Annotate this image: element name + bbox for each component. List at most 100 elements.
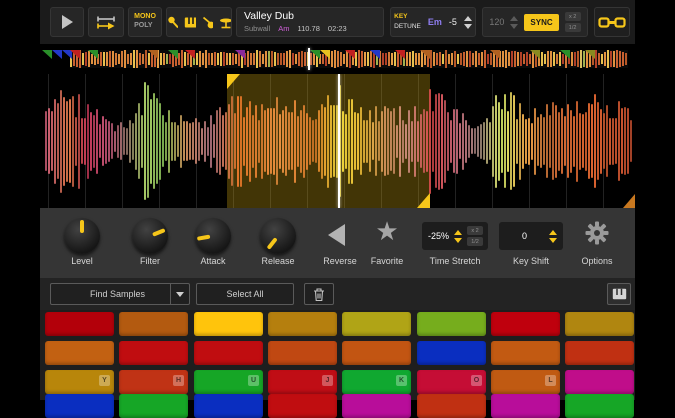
sample-pad-r2c6[interactable]: [417, 341, 486, 365]
slice-marker-flag[interactable]: [42, 50, 52, 59]
tempo-value[interactable]: 120: [489, 17, 504, 27]
sample-pad-r4c1[interactable]: [45, 394, 114, 418]
drums-icon[interactable]: [219, 16, 231, 29]
slice-marker-flag[interactable]: [585, 50, 595, 59]
sample-pad-r3c7[interactable]: L: [491, 370, 560, 394]
key-shift-stepper[interactable]: [549, 230, 557, 243]
sample-pad-r1c1[interactable]: [45, 312, 114, 336]
sample-pad-r4c5[interactable]: [342, 394, 411, 418]
slice-marker-flag[interactable]: [70, 50, 80, 59]
sample-pad-r2c7[interactable]: [491, 341, 560, 365]
sample-pad-r2c5[interactable]: [342, 341, 411, 365]
slice-marker-flag[interactable]: [320, 50, 330, 59]
slice-marker-flag[interactable]: [345, 50, 355, 59]
dropdown-arrow[interactable]: [170, 284, 189, 304]
selection-start-handle[interactable]: [227, 74, 240, 89]
audio-connection-button[interactable]: [594, 7, 630, 37]
key-shift-down-icon[interactable]: [549, 238, 557, 243]
sample-pad-r4c6[interactable]: [417, 394, 486, 418]
sample-pad-r1c7[interactable]: [491, 312, 560, 336]
tempo-stepper[interactable]: [510, 16, 518, 29]
level-knob[interactable]: [64, 218, 100, 254]
favorite-button[interactable]: ★: [375, 216, 398, 247]
main-playhead[interactable]: [338, 74, 340, 208]
slice-marker-flag[interactable]: [185, 50, 195, 59]
detune-stepper[interactable]: [464, 16, 472, 29]
sample-pad-r3c3[interactable]: U: [194, 370, 263, 394]
slice-marker-flag[interactable]: [370, 50, 380, 59]
sample-pad-r1c8[interactable]: [565, 312, 634, 336]
sample-pad-r2c1[interactable]: [45, 341, 114, 365]
sync-button[interactable]: SYNC: [524, 14, 558, 31]
instrument-selector[interactable]: [166, 7, 232, 37]
sample-pad-r3c5[interactable]: K: [342, 370, 411, 394]
attack-knob[interactable]: [195, 218, 231, 254]
sample-pad-r2c2[interactable]: [119, 341, 188, 365]
key-value[interactable]: Em: [428, 17, 442, 27]
keyboard-view-button[interactable]: [607, 283, 631, 305]
piano-icon[interactable]: [184, 16, 196, 29]
reverse-button[interactable]: [328, 224, 345, 246]
sample-pad-r4c8[interactable]: [565, 394, 634, 418]
sample-pad-r3c8[interactable]: [565, 370, 634, 394]
sample-pad-r3c1[interactable]: Y: [45, 370, 114, 394]
tempo-up-icon[interactable]: [510, 16, 518, 21]
sample-pad-r1c4[interactable]: [268, 312, 337, 336]
release-knob[interactable]: [260, 218, 296, 254]
slice-marker-flag[interactable]: [52, 50, 62, 59]
sample-pad-r3c2[interactable]: H: [119, 370, 188, 394]
song-info-panel[interactable]: Valley Dub Subwall Am 110.78 02:23: [236, 7, 384, 37]
sample-pad-r2c3[interactable]: [194, 341, 263, 365]
slice-marker-flag[interactable]: [560, 50, 570, 59]
time-stretch-value[interactable]: -25%: [428, 231, 449, 241]
time-stretch-down-icon[interactable]: [454, 238, 462, 243]
sample-pad-r3c4[interactable]: J: [268, 370, 337, 394]
sample-pad-r4c3[interactable]: [194, 394, 263, 418]
sample-pad-r4c4[interactable]: [268, 394, 337, 418]
sample-pad-r2c8[interactable]: [565, 341, 634, 365]
find-samples-dropdown[interactable]: Find Samples: [50, 283, 190, 305]
time-stretch-half-button[interactable]: 1/2: [467, 237, 483, 246]
slice-marker-flag[interactable]: [530, 50, 540, 59]
sample-pad-r1c2[interactable]: [119, 312, 188, 336]
slice-marker-flag[interactable]: [310, 50, 320, 59]
key-shift-value[interactable]: 0: [505, 231, 544, 241]
slice-marker-flag[interactable]: [148, 50, 158, 59]
selection-end-handle[interactable]: [417, 193, 430, 208]
select-all-button[interactable]: Select All: [196, 283, 294, 305]
guitar-icon[interactable]: [202, 16, 213, 29]
time-stretch-up-icon[interactable]: [454, 230, 462, 235]
key-shift-up-icon[interactable]: [549, 230, 557, 235]
detune-down-icon[interactable]: [464, 24, 472, 29]
delete-button[interactable]: [304, 283, 334, 305]
time-stretch-stepper[interactable]: [454, 230, 462, 243]
play-button[interactable]: [50, 7, 84, 37]
sample-pad-r3c6[interactable]: O: [417, 370, 486, 394]
waveform-display[interactable]: [40, 74, 635, 208]
sample-pad-r1c6[interactable]: [417, 312, 486, 336]
sample-pad-r1c3[interactable]: [194, 312, 263, 336]
sample-pad-r4c2[interactable]: [119, 394, 188, 418]
filter-knob[interactable]: [132, 218, 168, 254]
tempo-half-button[interactable]: 1/2: [565, 23, 581, 32]
tempo-down-icon[interactable]: [510, 24, 518, 29]
sample-end-handle[interactable]: [623, 194, 635, 208]
detune-up-icon[interactable]: [464, 16, 472, 21]
mic-icon[interactable]: [167, 16, 178, 29]
slice-marker-flag[interactable]: [395, 50, 405, 59]
slice-marker-flag[interactable]: [235, 50, 245, 59]
slice-marker-flag[interactable]: [168, 50, 178, 59]
time-stretch-x2-button[interactable]: x 2: [467, 226, 483, 235]
detune-value[interactable]: -5: [449, 17, 457, 27]
slice-marker-flag[interactable]: [88, 50, 98, 59]
options-gear-icon[interactable]: [584, 220, 610, 246]
sample-pad-r1c5[interactable]: [342, 312, 411, 336]
overview-playhead[interactable]: [308, 48, 310, 70]
slice-marker-flag[interactable]: [490, 50, 500, 59]
slice-marker-flag[interactable]: [420, 50, 430, 59]
mono-poly-toggle[interactable]: MONO POLY: [128, 7, 162, 37]
loop-mode-button[interactable]: [88, 7, 124, 37]
tempo-x2-button[interactable]: x 2: [565, 12, 581, 21]
sample-pad-r2c4[interactable]: [268, 341, 337, 365]
sample-pad-r4c7[interactable]: [491, 394, 560, 418]
